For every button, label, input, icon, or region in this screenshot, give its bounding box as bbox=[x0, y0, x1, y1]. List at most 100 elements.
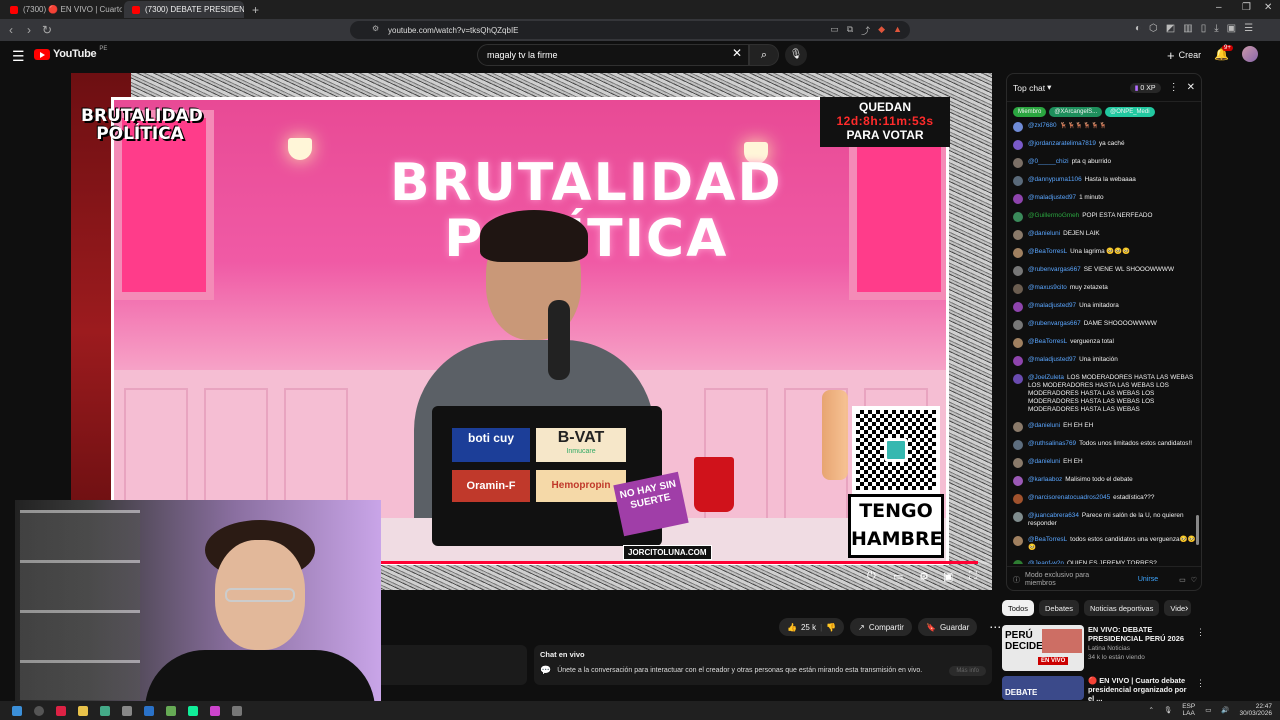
message-author[interactable]: @maxus9cito bbox=[1028, 284, 1067, 291]
mic-tray-icon[interactable]: 🎙 bbox=[1164, 706, 1172, 714]
user-avatar[interactable] bbox=[1013, 476, 1023, 486]
shield-icon[interactable]: ◆ bbox=[878, 24, 885, 37]
more-info-button[interactable]: Más info bbox=[949, 665, 986, 676]
language-indicator[interactable]: ESP LAA bbox=[1182, 703, 1195, 717]
message-author[interactable]: @rubenvargas667 bbox=[1028, 320, 1081, 327]
user-avatar[interactable] bbox=[1013, 176, 1023, 186]
user-avatar[interactable] bbox=[1013, 458, 1023, 468]
fullscreen-icon[interactable]: ⛶ bbox=[969, 570, 977, 583]
chat-message[interactable]: @BeaTorresL verguenza total bbox=[1013, 338, 1197, 348]
chat-mode-selector[interactable]: Top chat bbox=[1013, 83, 1045, 93]
user-avatar[interactable] bbox=[1013, 266, 1023, 276]
chat-message[interactable]: @karlaaboz Malisimo todo el debate bbox=[1013, 476, 1197, 486]
user-avatar[interactable] bbox=[1013, 512, 1023, 522]
message-author[interactable]: @karlaaboz bbox=[1028, 476, 1062, 483]
message-author[interactable]: @maladjusted97 bbox=[1028, 356, 1076, 363]
search-icon[interactable] bbox=[34, 705, 44, 716]
app-icon[interactable] bbox=[232, 705, 242, 716]
user-avatar[interactable] bbox=[1013, 494, 1023, 504]
chips-next-icon[interactable]: › bbox=[1185, 603, 1188, 614]
info-icon[interactable]: ⓘ bbox=[1013, 575, 1020, 585]
user-avatar[interactable] bbox=[1013, 212, 1023, 222]
chat-message[interactable]: @maladjusted97 Una imitadora bbox=[1013, 302, 1197, 312]
extension-icon[interactable]: ⬡ bbox=[1149, 23, 1158, 34]
chat-message[interactable]: @maladjusted97 Una imitación bbox=[1013, 356, 1197, 366]
network-icon[interactable]: ▭ bbox=[1205, 706, 1211, 714]
like-button[interactable]: 👍 25 k | 👎 bbox=[779, 618, 845, 636]
chat-message[interactable]: @maladjusted97 1 minuto bbox=[1013, 194, 1197, 204]
more-options-icon[interactable]: ⋮ bbox=[1196, 627, 1205, 638]
user-avatar[interactable] bbox=[1013, 248, 1023, 258]
filter-chip[interactable]: Noticias deportivas bbox=[1083, 600, 1160, 616]
user-avatar[interactable] bbox=[1013, 536, 1023, 546]
message-author[interactable]: @rubenvargas667 bbox=[1028, 266, 1081, 273]
message-author[interactable]: @BeaTorresL bbox=[1028, 248, 1067, 255]
message-author[interactable]: @ruthsalinas769 bbox=[1028, 440, 1076, 447]
chevron-down-icon[interactable]: ▾ bbox=[1047, 82, 1051, 93]
pip-icon[interactable]: ⧉ bbox=[847, 24, 853, 37]
chat-message[interactable]: @BeaTorresL todos estos candidatos una ve… bbox=[1013, 536, 1197, 552]
save-button[interactable]: 🔖 Guardar bbox=[917, 618, 978, 636]
search-button[interactable]: ⌕ bbox=[749, 44, 779, 66]
message-author[interactable]: @0_____chizi bbox=[1028, 158, 1069, 165]
search-input[interactable]: magaly tv la firme bbox=[477, 44, 749, 66]
hamburger-menu-icon[interactable]: ☰ bbox=[12, 48, 25, 65]
recommendation-item[interactable]: DEBATE 🔴 EN VIVO | Cuarto debate preside… bbox=[1002, 676, 1205, 703]
user-avatar[interactable] bbox=[1013, 284, 1023, 294]
app-icon[interactable] bbox=[100, 705, 110, 716]
youtube-logo[interactable]: YouTube PE bbox=[34, 46, 107, 60]
url-bar[interactable]: ⚙ youtube.com/watch?v=tksQhQZqbIE ▭ ⧉ ⤴ … bbox=[350, 21, 910, 39]
chat-message[interactable]: @Jeanf-w2n QUIEN ES JEREMY TORRES? bbox=[1013, 560, 1197, 564]
pinned-chip[interactable]: @XArcangelS... bbox=[1049, 107, 1103, 117]
chat-message[interactable]: @jordanzaratelima7819 ya caché bbox=[1013, 140, 1197, 150]
app-icon[interactable] bbox=[122, 705, 132, 716]
site-info-icon[interactable]: ⚙ bbox=[372, 24, 379, 33]
chat-message[interactable]: @danieluni EH EH bbox=[1013, 458, 1197, 468]
subtitles-icon[interactable]: ▭ bbox=[893, 570, 903, 583]
folder-icon[interactable] bbox=[78, 705, 88, 716]
message-author[interactable]: @danieluni bbox=[1028, 458, 1060, 465]
user-avatar[interactable] bbox=[1013, 422, 1023, 432]
miniplayer-icon[interactable]: ▣ bbox=[943, 570, 953, 583]
warning-icon[interactable]: ▲ bbox=[893, 24, 902, 37]
chat-message[interactable]: @GuillermoGmeh POPI ESTA NERFEADO bbox=[1013, 212, 1197, 222]
share-icon[interactable]: ⤴ bbox=[861, 24, 870, 37]
user-avatar[interactable] bbox=[1013, 320, 1023, 330]
close-window-icon[interactable]: ✕ bbox=[1264, 2, 1272, 13]
user-avatar[interactable] bbox=[1013, 140, 1023, 150]
library-icon[interactable]: ▥ bbox=[1183, 23, 1192, 34]
reload-icon[interactable]: ↻ bbox=[40, 23, 54, 37]
chat-message[interactable]: @danieluni DEJEN LAIK bbox=[1013, 230, 1197, 240]
message-author[interactable]: @BeaTorresL bbox=[1028, 338, 1067, 345]
message-author[interactable]: @JoelZuleta bbox=[1028, 374, 1064, 381]
user-avatar[interactable] bbox=[1013, 194, 1023, 204]
chat-layout-icon[interactable]: ▭ bbox=[1179, 576, 1186, 584]
clear-search-icon[interactable]: ✕ bbox=[732, 46, 742, 60]
start-icon[interactable] bbox=[12, 705, 22, 716]
join-button[interactable]: Unirse bbox=[1138, 576, 1158, 583]
user-avatar[interactable] bbox=[1013, 440, 1023, 450]
message-author[interactable]: @maladjusted97 bbox=[1028, 194, 1076, 201]
user-avatar[interactable] bbox=[1013, 356, 1023, 366]
user-avatar[interactable] bbox=[1013, 158, 1023, 168]
close-chat-icon[interactable]: ✕ bbox=[1187, 82, 1195, 93]
more-options-icon[interactable]: ⋮ bbox=[1196, 678, 1205, 689]
account-avatar[interactable] bbox=[1242, 46, 1258, 62]
create-button[interactable]: + Crear bbox=[1163, 46, 1205, 64]
share-button[interactable]: ↗ Compartir bbox=[850, 618, 912, 636]
message-author[interactable]: @maladjusted97 bbox=[1028, 302, 1076, 309]
chat-message[interactable]: @zxl7680 🦌🦌🦌🦌🦌🦌 bbox=[1013, 122, 1197, 132]
message-author[interactable]: @juancabrera634 bbox=[1028, 512, 1079, 519]
chat-message[interactable]: @maxus9cito muy zetazeta bbox=[1013, 284, 1197, 294]
app-icon[interactable] bbox=[166, 705, 176, 716]
filter-chip[interactable]: Todos bbox=[1002, 600, 1035, 616]
app-icon[interactable] bbox=[56, 705, 66, 716]
install-app-icon[interactable]: ▭ bbox=[830, 24, 839, 37]
message-author[interactable]: @BeaTorresL bbox=[1028, 536, 1067, 543]
chevron-up-icon[interactable]: ⌃ bbox=[1148, 706, 1153, 714]
app-icon[interactable] bbox=[210, 705, 220, 716]
chat-message[interactable]: @danieluni EH EH EH bbox=[1013, 422, 1197, 432]
chat-message[interactable]: @dannypuma1106 Hasta la webaaaa bbox=[1013, 176, 1197, 186]
extension-icon[interactable]: ◩ bbox=[1166, 23, 1175, 34]
autoplay-toggle-icon[interactable]: ⏻ bbox=[867, 570, 876, 583]
